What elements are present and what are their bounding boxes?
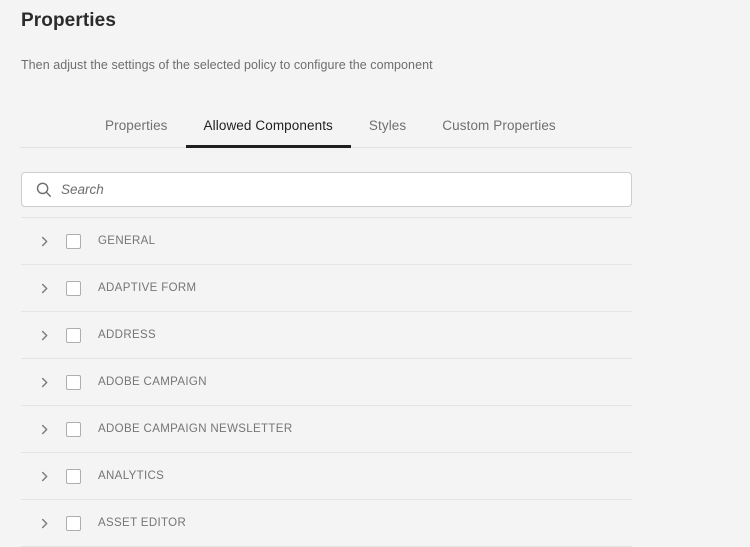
table-row[interactable]: GENERAL <box>21 218 632 265</box>
page-title: Properties <box>21 10 116 31</box>
tab-label: Styles <box>368 118 407 133</box>
search-input[interactable] <box>61 173 631 206</box>
chevron-right-icon[interactable] <box>39 471 50 482</box>
row-checkbox[interactable] <box>66 374 81 390</box>
list-item-label: ADDRESS <box>98 329 157 341</box>
list-item-label: GENERAL <box>98 235 156 247</box>
chevron-right-icon[interactable] <box>39 330 50 341</box>
tab-styles[interactable]: Styles <box>351 104 424 147</box>
table-row[interactable]: ASSET EDITOR <box>21 500 632 547</box>
row-checkbox[interactable] <box>66 327 81 343</box>
allowed-components-list: GENERAL ADAPTIVE FORM ADDRESS ADOBE CAMP… <box>21 217 632 547</box>
list-item-label: ADOBE CAMPAIGN NEWSLETTER <box>98 423 293 435</box>
list-item-label: ANALYTICS <box>98 470 165 482</box>
row-checkbox[interactable] <box>66 515 81 531</box>
chevron-right-icon[interactable] <box>39 377 50 388</box>
row-checkbox[interactable] <box>66 233 81 249</box>
search-field[interactable] <box>21 172 632 207</box>
search-icon <box>36 182 52 197</box>
list-item-label: ASSET EDITOR <box>98 517 187 529</box>
table-row[interactable]: ADOBE CAMPAIGN <box>21 359 632 406</box>
tab-list: Properties Allowed Components Styles Cus… <box>87 104 574 148</box>
chevron-right-icon[interactable] <box>39 424 50 435</box>
list-item-label: ADAPTIVE FORM <box>98 282 197 294</box>
tab-label: Properties <box>105 118 168 133</box>
row-checkbox[interactable] <box>66 280 81 296</box>
properties-panel: Properties Then adjust the settings of t… <box>0 0 750 547</box>
row-checkbox[interactable] <box>66 468 81 484</box>
tab-allowed-components[interactable]: Allowed Components <box>185 104 352 148</box>
tab-properties[interactable]: Properties <box>87 104 186 147</box>
tab-custom-properties[interactable]: Custom Properties <box>424 104 574 147</box>
chevron-right-icon[interactable] <box>39 283 50 294</box>
chevron-right-icon[interactable] <box>39 236 50 247</box>
list-item-label: ADOBE CAMPAIGN <box>98 376 207 388</box>
tab-bar: Properties Allowed Components Styles Cus… <box>20 104 632 148</box>
table-row[interactable]: ADAPTIVE FORM <box>21 265 632 312</box>
page-subtitle: Then adjust the settings of the selected… <box>21 58 433 72</box>
table-row[interactable]: ANALYTICS <box>21 453 632 500</box>
table-row[interactable]: ADDRESS <box>21 312 632 359</box>
tab-label: Allowed Components <box>203 118 333 133</box>
chevron-right-icon[interactable] <box>39 518 50 529</box>
row-checkbox[interactable] <box>66 421 81 437</box>
tab-label: Custom Properties <box>442 118 556 133</box>
table-row[interactable]: ADOBE CAMPAIGN NEWSLETTER <box>21 406 632 453</box>
